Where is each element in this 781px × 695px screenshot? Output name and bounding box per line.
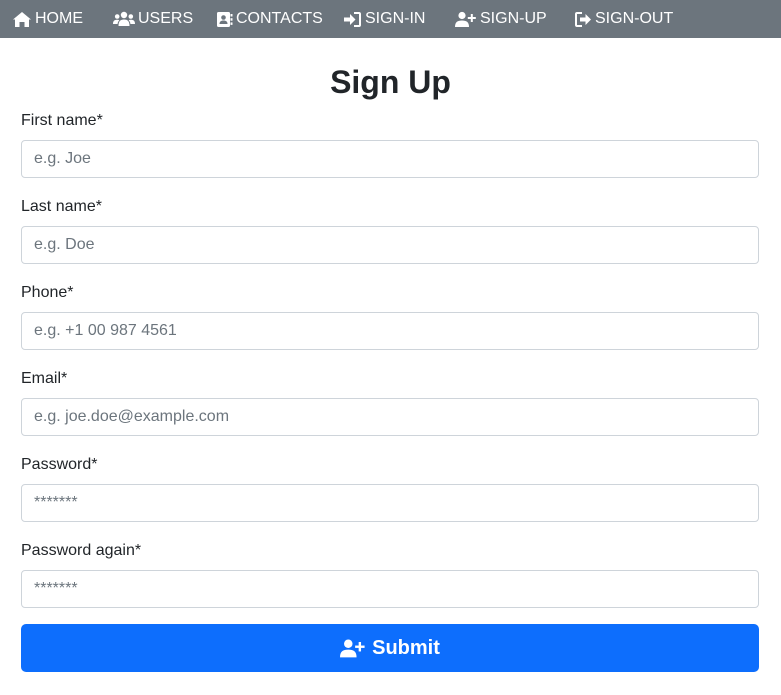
first-name-label: First name* (21, 112, 103, 129)
phone-input[interactable] (21, 312, 759, 350)
nav-users[interactable]: USERS (113, 0, 193, 38)
last-name-label: Last name* (21, 198, 102, 215)
nav-sign-up[interactable]: SIGN-UP (455, 0, 547, 38)
user-plus-icon (455, 11, 477, 28)
user-plus-icon (340, 638, 372, 659)
phone-label: Phone* (21, 284, 74, 301)
nav-contacts[interactable]: CONTACTS (216, 0, 323, 38)
password-input[interactable] (21, 484, 759, 522)
nav-sign-out-label: SIGN-OUT (595, 10, 674, 27)
nav-sign-in-label: SIGN-IN (365, 10, 426, 27)
nav-sign-in[interactable]: SIGN-IN (344, 0, 425, 38)
address-book-icon (216, 11, 233, 28)
nav-home-label: HOME (35, 10, 83, 27)
submit-button[interactable]: Submit (21, 624, 759, 672)
nav-sign-up-label: SIGN-UP (480, 10, 547, 27)
submit-label: Submit (372, 636, 440, 659)
top-navbar: HOME USERS CONTACTS SIGN-IN SIGN-UP SIGN… (0, 0, 781, 38)
page-title: Sign Up (330, 64, 451, 100)
home-icon (12, 11, 32, 28)
password-again-input[interactable] (21, 570, 759, 608)
email-label: Email* (21, 370, 68, 387)
sign-out-icon (574, 11, 592, 28)
password-label: Password* (21, 456, 98, 473)
first-name-input[interactable] (21, 140, 759, 178)
nav-contacts-label: CONTACTS (236, 10, 323, 27)
password-again-label: Password again* (21, 542, 142, 559)
last-name-input[interactable] (21, 226, 759, 264)
nav-home[interactable]: HOME (12, 0, 83, 38)
users-icon (113, 11, 135, 27)
nav-sign-out[interactable]: SIGN-OUT (574, 0, 673, 38)
email-input[interactable] (21, 398, 759, 436)
sign-in-icon (344, 11, 362, 28)
nav-users-label: USERS (138, 10, 194, 27)
